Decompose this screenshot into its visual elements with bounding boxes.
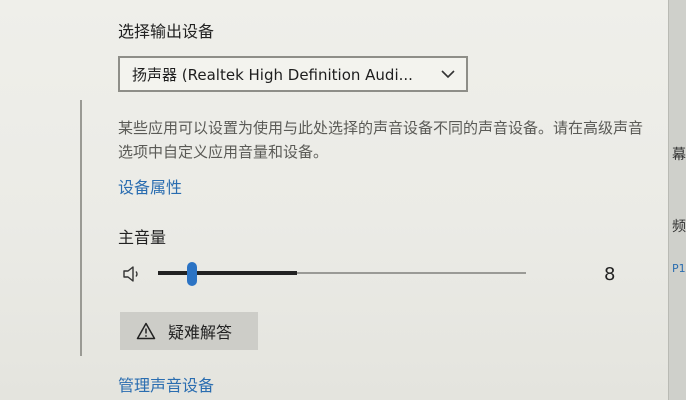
master-volume-slider[interactable]: [158, 262, 528, 286]
panel-divider: [80, 100, 82, 356]
sound-settings-panel: 选择输出设备 扬声器 (Realtek High Definition Audi…: [0, 0, 668, 400]
master-volume-value: 8: [604, 264, 616, 285]
troubleshoot-label: 疑难解答: [168, 323, 233, 342]
background-text-fragment: P1: [672, 262, 686, 275]
output-device-selected: 扬声器 (Realtek High Definition Audi...: [132, 65, 413, 84]
manage-sound-devices-link[interactable]: 管理声音设备: [118, 372, 214, 396]
master-volume-label: 主音量: [118, 228, 167, 247]
speaker-icon[interactable]: [122, 264, 144, 284]
output-device-hint: 某些应用可以设置为使用与此处选择的声音设备不同的声音设备。请在高级声音选项中自定…: [118, 119, 644, 161]
background-text-fragment: 幕: [672, 147, 686, 163]
volume-slider-thumb[interactable]: [187, 262, 197, 286]
background-window-edge: 幕 频 P1: [668, 0, 686, 400]
output-device-heading: 选择输出设备: [118, 22, 215, 41]
output-device-dropdown[interactable]: 扬声器 (Realtek High Definition Audi...: [118, 56, 468, 92]
warning-icon: [136, 322, 156, 340]
volume-slider-fill: [158, 271, 297, 275]
chevron-down-icon: [441, 70, 455, 79]
background-text-fragment: 频: [672, 219, 686, 235]
device-properties-link[interactable]: 设备属性: [118, 174, 182, 198]
troubleshoot-button[interactable]: 疑难解答: [120, 312, 258, 350]
